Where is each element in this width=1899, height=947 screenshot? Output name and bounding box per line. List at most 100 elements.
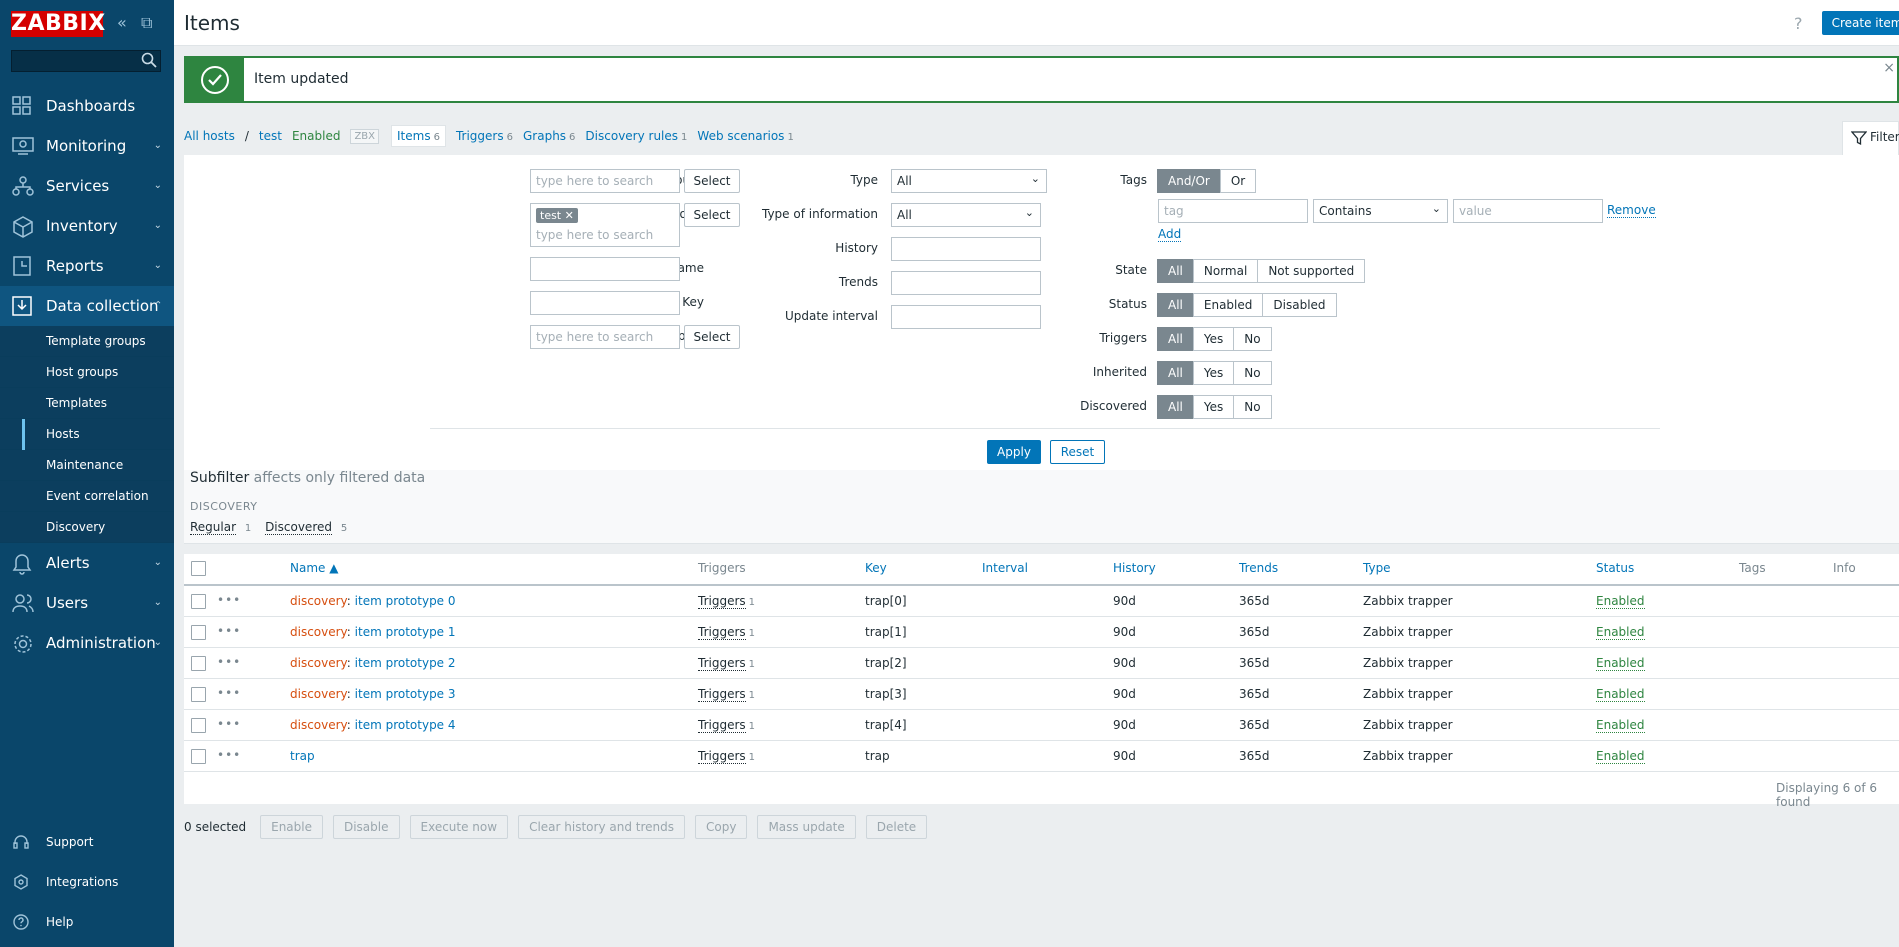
discovered-all[interactable]: All (1157, 395, 1194, 419)
item-name-link[interactable]: item prototype 0 (355, 594, 456, 608)
delete-button[interactable]: Delete (865, 815, 928, 839)
submenu-hosts[interactable]: Hosts (0, 419, 174, 450)
hosts-select-button[interactable]: Select (684, 203, 740, 227)
status-toggle[interactable]: Enabled (1596, 656, 1645, 671)
tab-triggers[interactable]: Triggers 6 (456, 129, 513, 143)
triggers-yes[interactable]: Yes (1192, 327, 1235, 351)
menu-services[interactable]: Services ⌄ (0, 166, 174, 206)
add-tag-link[interactable]: Add (1158, 227, 1182, 242)
row-checkbox[interactable] (191, 718, 206, 733)
item-name-link[interactable]: trap (290, 749, 315, 763)
menu-help[interactable]: Help (0, 902, 174, 942)
zabbix-logo[interactable]: ZABBIX (11, 11, 105, 37)
type-select[interactable]: All ⌄ (891, 169, 1047, 193)
status-toggle[interactable]: Enabled (1596, 718, 1645, 733)
detach-sidebar-icon[interactable]: ⧉ (141, 14, 152, 32)
state-not-supported[interactable]: Not supported (1257, 259, 1366, 283)
item-name-link[interactable]: item prototype 4 (355, 718, 456, 732)
column-key[interactable]: Key (865, 554, 887, 586)
row-checkbox[interactable] (191, 656, 206, 671)
tag-value-input[interactable]: value (1453, 199, 1603, 223)
discovered-yes[interactable]: Yes (1192, 395, 1235, 419)
item-name-link[interactable]: item prototype 1 (355, 625, 456, 639)
submenu-templates[interactable]: Templates (0, 388, 174, 419)
inherited-no[interactable]: No (1233, 361, 1272, 385)
triggers-no[interactable]: No (1233, 327, 1272, 351)
row-checkbox[interactable] (191, 594, 206, 609)
reset-button[interactable]: Reset (1050, 440, 1105, 464)
tab-discovery-rules[interactable]: Discovery rules 1 (585, 129, 687, 143)
state-normal[interactable]: Normal (1192, 259, 1259, 283)
menu-administration[interactable]: Administration ⌄ (0, 623, 174, 663)
close-icon[interactable]: × (1883, 60, 1895, 76)
history-input[interactable] (891, 237, 1041, 261)
menu-support[interactable]: Support (0, 822, 174, 862)
subfilter-discovered[interactable]: Discovered (265, 520, 332, 535)
more-actions-icon[interactable]: ••• (217, 686, 241, 700)
host-groups-select-button[interactable]: Select (684, 169, 740, 193)
submenu-host-groups[interactable]: Host groups (0, 357, 174, 388)
help-icon[interactable]: ? (1794, 14, 1803, 33)
inherited-yes[interactable]: Yes (1192, 361, 1235, 385)
triggers-link[interactable]: Triggers (698, 656, 746, 671)
discovery-rule-link[interactable]: discovery (290, 625, 347, 639)
breadcrumb-host[interactable]: test (259, 129, 282, 143)
status-disabled[interactable]: Disabled (1262, 293, 1337, 317)
submenu-event-correlation[interactable]: Event correlation (0, 481, 174, 512)
column-interval[interactable]: Interval (982, 554, 1028, 586)
tab-graphs[interactable]: Graphs 6 (523, 129, 575, 143)
triggers-link[interactable]: Triggers (698, 749, 746, 764)
execute-now-button[interactable]: Execute now (409, 815, 509, 839)
item-name-link[interactable]: item prototype 3 (355, 687, 456, 701)
column-history[interactable]: History (1113, 554, 1156, 586)
menu-integrations[interactable]: Integrations (0, 862, 174, 902)
column-name[interactable]: Name ▲ (290, 554, 338, 586)
menu-users[interactable]: Users ⌄ (0, 583, 174, 623)
tag-name-input[interactable]: tag (1158, 199, 1308, 223)
more-actions-icon[interactable]: ••• (217, 655, 241, 669)
status-all[interactable]: All (1157, 293, 1194, 317)
menu-alerts[interactable]: Alerts ⌄ (0, 543, 174, 583)
menu-reports[interactable]: Reports ⌄ (0, 246, 174, 286)
subfilter-regular[interactable]: Regular (190, 520, 237, 535)
status-toggle[interactable]: Enabled (1596, 687, 1645, 702)
more-actions-icon[interactable]: ••• (217, 748, 241, 762)
row-checkbox[interactable] (191, 687, 206, 702)
apply-button[interactable]: Apply (987, 440, 1041, 464)
discovered-no[interactable]: No (1233, 395, 1272, 419)
value-mapping-input[interactable]: type here to search (530, 325, 680, 349)
value-mapping-select-button[interactable]: Select (684, 325, 740, 349)
column-trends[interactable]: Trends (1239, 554, 1278, 586)
trends-input[interactable] (891, 271, 1041, 295)
disable-button[interactable]: Disable (332, 815, 400, 839)
triggers-link[interactable]: Triggers (698, 718, 746, 733)
discovery-rule-link[interactable]: discovery (290, 687, 347, 701)
submenu-maintenance[interactable]: Maintenance (0, 450, 174, 481)
more-actions-icon[interactable]: ••• (217, 717, 241, 731)
triggers-all[interactable]: All (1157, 327, 1194, 351)
key-input[interactable] (530, 291, 680, 315)
tab-web-scenarios[interactable]: Web scenarios 1 (697, 129, 793, 143)
more-actions-icon[interactable]: ••• (217, 624, 241, 638)
menu-monitoring[interactable]: Monitoring ⌄ (0, 126, 174, 166)
menu-data-collection[interactable]: Data collection ⌄ (0, 286, 174, 326)
select-all-checkbox[interactable] (191, 561, 206, 576)
filter-tab[interactable]: Filter (1842, 121, 1899, 155)
discovery-rule-link[interactable]: discovery (290, 594, 347, 608)
status-toggle[interactable]: Enabled (1596, 625, 1645, 640)
hosts-input[interactable]: test ✕ type here to search (530, 203, 680, 247)
submenu-discovery[interactable]: Discovery (0, 512, 174, 543)
inherited-all[interactable]: All (1157, 361, 1194, 385)
remove-tag-link[interactable]: Remove (1607, 203, 1656, 218)
menu-dashboards[interactable]: Dashboards (0, 86, 174, 126)
triggers-link[interactable]: Triggers (698, 594, 746, 609)
status-toggle[interactable]: Enabled (1596, 594, 1645, 609)
copy-button[interactable]: Copy (695, 815, 748, 839)
column-type[interactable]: Type (1363, 554, 1391, 586)
update-interval-input[interactable] (891, 305, 1041, 329)
collapse-sidebar-icon[interactable]: « (117, 14, 127, 32)
row-checkbox[interactable] (191, 749, 206, 764)
status-toggle[interactable]: Enabled (1596, 749, 1645, 764)
tab-items[interactable]: Items 6 (391, 125, 446, 147)
tags-andor-option[interactable]: And/Or (1157, 169, 1221, 193)
